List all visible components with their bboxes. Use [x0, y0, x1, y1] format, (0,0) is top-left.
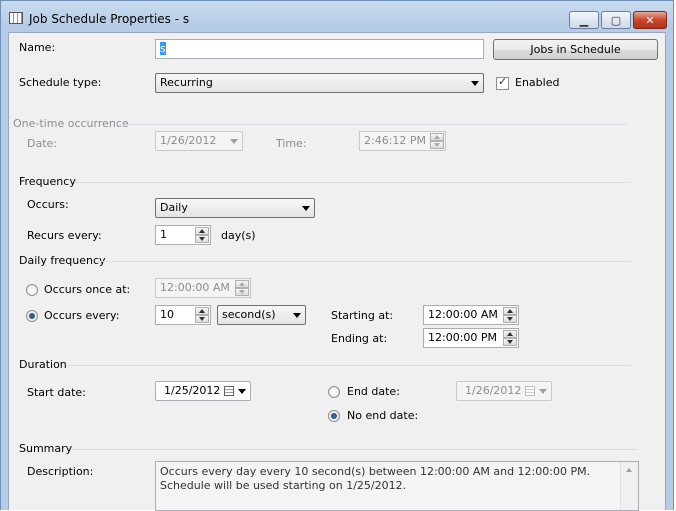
calendar-icon[interactable]	[525, 386, 535, 396]
starting-at-input[interactable]: 12:00:00 AM	[423, 305, 519, 325]
spin-up-icon[interactable]	[195, 307, 209, 315]
recurs-every-value: 1	[160, 228, 167, 241]
name-input[interactable]: s	[155, 39, 484, 59]
maximize-button[interactable]: ▢	[601, 11, 631, 29]
spin-down-icon[interactable]	[503, 315, 517, 323]
calendar-icon[interactable]	[224, 386, 234, 396]
name-label: Name:	[19, 41, 56, 54]
occurs-once-time-value: 12:00:00 AM	[160, 281, 230, 294]
name-value: s	[160, 42, 166, 55]
no-end-date-label: No end date:	[347, 409, 419, 422]
occurs-every-value: 10	[160, 308, 174, 321]
end-date-value: 1/26/2012	[465, 384, 522, 397]
schedule-type-select[interactable]: Recurring	[155, 73, 484, 93]
ending-at-value: 12:00:00 PM	[428, 331, 498, 344]
duration-section-title: Duration	[19, 358, 67, 371]
daily-frequency-section-title: Daily frequency	[19, 254, 106, 267]
minimize-button[interactable]: ▁	[569, 11, 599, 29]
start-date-value: 1/25/2012	[164, 384, 221, 397]
recurs-every-input[interactable]: 1	[155, 225, 211, 245]
spin-down-icon[interactable]	[235, 288, 249, 296]
spin-up-icon[interactable]	[503, 330, 517, 338]
duration-divider	[67, 365, 631, 366]
start-date-label: Start date:	[27, 386, 86, 399]
end-date-radio[interactable]	[328, 386, 340, 398]
spin-up-icon[interactable]	[430, 133, 444, 141]
schedule-type-label: Schedule type:	[19, 76, 102, 89]
occurs-once-radio[interactable]	[26, 284, 38, 296]
occurs-value: Daily	[160, 201, 188, 214]
enabled-label: Enabled	[515, 76, 560, 89]
maximize-icon: ▢	[610, 13, 622, 27]
occurs-every-unit-value: second(s)	[222, 308, 276, 321]
spin-up-icon[interactable]	[235, 280, 249, 288]
no-end-date-radio[interactable]	[328, 410, 340, 422]
one-time-time-input[interactable]: 2:46:12 PM	[359, 131, 446, 151]
close-button[interactable]: ✕	[633, 11, 667, 29]
spin-down-icon[interactable]	[430, 141, 444, 149]
once-time-spinner[interactable]	[235, 280, 249, 296]
starting-at-value: 12:00:00 AM	[428, 308, 498, 321]
occurs-every-input[interactable]: 10	[155, 305, 211, 325]
chevron-down-icon	[471, 81, 479, 86]
ending-at-input[interactable]: 12:00:00 PM	[423, 328, 519, 348]
starting-spinner[interactable]	[503, 307, 517, 323]
one-time-time-value: 2:46:12 PM	[364, 134, 427, 147]
minimize-icon: ▁	[579, 13, 589, 27]
description-scrollbar[interactable]	[620, 462, 638, 510]
starting-at-label: Starting at:	[331, 309, 394, 322]
occurs-every-unit-select[interactable]: second(s)	[217, 305, 306, 325]
title-bar[interactable]: Job Schedule Properties - s ▁ ▢ ✕	[1, 1, 675, 33]
occurs-once-time-input[interactable]: 12:00:00 AM	[155, 278, 251, 298]
start-date-picker[interactable]: 1/25/2012	[155, 381, 251, 401]
occurs-every-label: Occurs every:	[44, 309, 120, 322]
occurs-once-label: Occurs once at:	[44, 283, 131, 296]
ending-at-label: Ending at:	[331, 332, 388, 345]
description-textbox[interactable]: Occurs every day every 10 second(s) betw…	[155, 461, 639, 511]
enabled-checkbox[interactable]	[496, 75, 509, 90]
occurs-label: Occurs:	[27, 198, 69, 211]
chevron-down-icon	[302, 206, 310, 211]
dialog-body: Name: s Jobs in Schedule Schedule type: …	[8, 32, 666, 511]
one-time-date-label: Date:	[27, 137, 57, 150]
recurs-unit-label: day(s)	[221, 229, 256, 242]
frequency-divider	[75, 182, 631, 183]
summary-section-title: Summary	[19, 442, 73, 455]
chevron-down-icon[interactable]	[238, 389, 246, 394]
spin-down-icon[interactable]	[503, 338, 517, 346]
chevron-down-icon	[230, 139, 238, 144]
spin-down-icon[interactable]	[195, 315, 209, 323]
window-title: Job Schedule Properties - s	[29, 12, 190, 26]
end-date-picker[interactable]: 1/26/2012	[456, 381, 552, 401]
frequency-section-title: Frequency	[19, 175, 76, 188]
end-date-label: End date:	[347, 385, 400, 398]
occurs-select[interactable]: Daily	[155, 198, 315, 218]
spin-up-icon[interactable]	[195, 227, 209, 235]
chevron-down-icon	[293, 313, 301, 318]
recurs-spinner[interactable]	[195, 227, 209, 243]
occurs-every-radio[interactable]	[26, 310, 38, 322]
spin-up-icon[interactable]	[503, 307, 517, 315]
one-time-date-picker[interactable]: 1/26/2012	[155, 131, 243, 151]
table-icon	[9, 12, 23, 24]
one-time-section-title: One-time occurrence	[13, 117, 129, 130]
recurs-every-label: Recurs every:	[27, 229, 102, 242]
schedule-type-value: Recurring	[160, 76, 213, 89]
chevron-down-icon[interactable]	[539, 389, 547, 394]
close-icon: ✕	[645, 13, 655, 27]
one-time-date-value: 1/26/2012	[160, 134, 217, 147]
every-spinner[interactable]	[195, 307, 209, 323]
description-text: Occurs every day every 10 second(s) betw…	[160, 465, 591, 492]
one-time-divider	[119, 124, 627, 125]
one-time-time-label: Time:	[276, 137, 307, 150]
ending-spinner[interactable]	[503, 330, 517, 346]
daily-frequency-divider	[97, 261, 631, 262]
jobs-in-schedule-button[interactable]: Jobs in Schedule	[493, 39, 658, 60]
description-label: Description:	[27, 465, 94, 478]
summary-divider	[71, 449, 637, 450]
time-spinner[interactable]	[430, 133, 444, 149]
spin-down-icon[interactable]	[195, 235, 209, 243]
